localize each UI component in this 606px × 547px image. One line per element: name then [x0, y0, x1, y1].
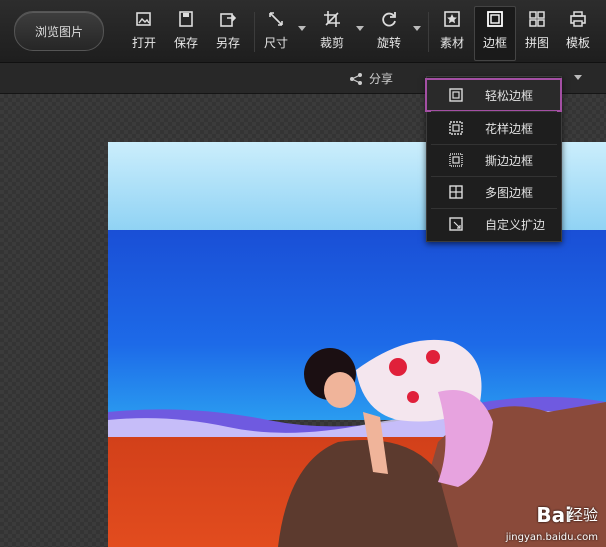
border-dropdown-menu: 轻松边框 花样边框 撕边边框 多图边框 自定义扩边: [425, 76, 562, 242]
save-icon: [179, 11, 193, 27]
tool-label: 拼图: [524, 36, 549, 50]
crop-button[interactable]: 裁剪: [318, 10, 346, 56]
border-icon: [487, 11, 503, 27]
custom-extend-icon: [449, 217, 463, 231]
tool-label: 尺寸: [263, 36, 288, 50]
share-icon: [350, 72, 362, 85]
subbar-dropdown-arrow[interactable]: [574, 75, 582, 80]
template-button[interactable]: 模板: [564, 10, 592, 56]
tool-label: 另存: [215, 36, 240, 50]
resize-dropdown-arrow[interactable]: [298, 26, 306, 31]
watermark-sub: 经验: [567, 506, 598, 524]
main-toolbar: 浏览图片 打开 保存 另存 尺寸 裁剪 旋转 素材 边框 拼图 模板: [0, 0, 606, 63]
open-button[interactable]: 打开: [130, 10, 158, 56]
resize-icon: [269, 12, 283, 26]
tool-label: 保存: [173, 36, 198, 50]
collage-button[interactable]: 拼图: [523, 10, 551, 56]
menu-item-easy-border[interactable]: 轻松边框: [425, 78, 562, 112]
save-as-button[interactable]: 另存: [214, 10, 242, 56]
rotate-icon: [382, 12, 396, 27]
material-button[interactable]: 素材: [438, 10, 466, 56]
menu-item-multi-image-border[interactable]: 多图边框: [427, 176, 561, 208]
torn-border-icon: [449, 153, 463, 167]
menu-item-pattern-border[interactable]: 花样边框: [427, 112, 561, 144]
collage-grid-icon: [529, 11, 545, 27]
crop-icon: [324, 11, 340, 27]
toolbar-divider: [254, 12, 255, 52]
tool-label: 裁剪: [319, 36, 344, 50]
easy-border-icon: [449, 88, 463, 102]
tool-label: 打开: [131, 36, 156, 50]
tool-label: 旋转: [376, 36, 401, 50]
watermark-url: jingyan.baidu.com: [505, 532, 598, 543]
menu-item-label: 轻松边框: [485, 88, 534, 103]
border-button[interactable]: 边框: [474, 6, 516, 61]
menu-item-label: 自定义扩边: [485, 217, 546, 232]
save-button[interactable]: 保存: [172, 10, 200, 56]
browse-images-button[interactable]: 浏览图片: [14, 11, 104, 51]
toolbar-divider: [428, 12, 429, 52]
watermark-brand: Bai: [536, 503, 572, 527]
save-as-icon: [220, 13, 237, 27]
menu-item-custom-extend[interactable]: 自定义扩边: [427, 208, 561, 240]
tool-label: 模板: [565, 36, 590, 50]
tool-label: 边框: [482, 36, 507, 50]
open-image-icon: [136, 12, 151, 26]
rotate-button[interactable]: 旋转: [375, 10, 403, 56]
menu-item-label: 花样边框: [485, 121, 534, 136]
material-star-icon: [444, 11, 460, 27]
crop-dropdown-arrow[interactable]: [356, 26, 364, 31]
tool-label: 素材: [439, 36, 464, 50]
share-button[interactable]: 分享: [349, 70, 393, 87]
pattern-border-icon: [449, 121, 463, 135]
rotate-dropdown-arrow[interactable]: [413, 26, 421, 31]
menu-item-label: 撕边边框: [485, 153, 534, 168]
resize-button[interactable]: 尺寸: [262, 10, 290, 56]
menu-item-torn-border[interactable]: 撕边边框: [427, 144, 561, 176]
menu-item-label: 多图边框: [485, 185, 534, 200]
multi-image-border-icon: [449, 185, 463, 199]
template-printer-icon: [570, 11, 586, 27]
share-label: 分享: [369, 72, 394, 86]
